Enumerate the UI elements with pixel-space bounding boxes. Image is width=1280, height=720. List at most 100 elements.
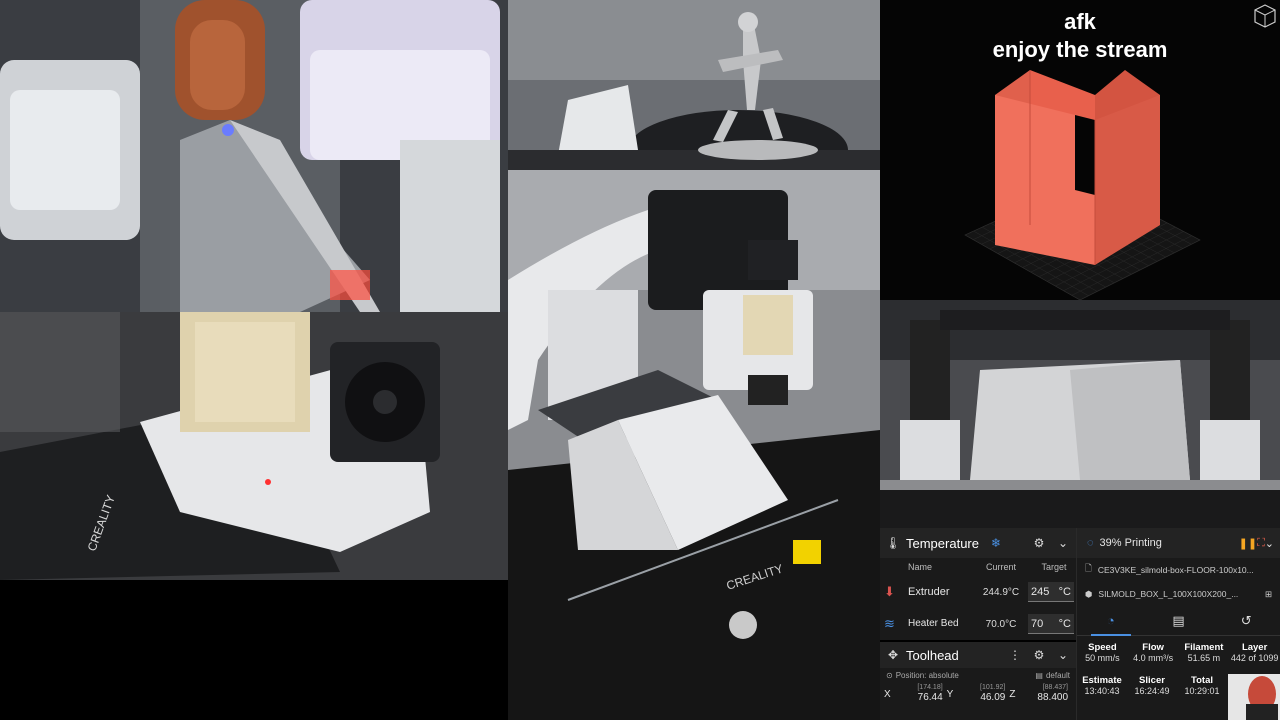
col-name: Name xyxy=(908,562,933,572)
object-row: ⬢ SILMOLD_BOX_L_100X100X200_... ⊞ xyxy=(1077,582,1280,606)
cube-orientation-icon[interactable] xyxy=(1252,2,1278,28)
z-label: Z xyxy=(1009,688,1016,700)
pause-icon[interactable]: ❚❚ xyxy=(1239,537,1257,550)
more-vertical-icon[interactable]: ⋮ xyxy=(1008,648,1022,662)
chevron-down-icon[interactable]: ⌄ xyxy=(1056,536,1070,550)
status-chevron-icon[interactable]: ⌄ xyxy=(1265,537,1274,550)
webcam-thumbnail[interactable] xyxy=(1228,674,1280,720)
gcode-filename: CE3V3KE_silmold-box-FLOOR-100x10... xyxy=(1097,565,1254,575)
y-axis[interactable]: Y [101.92] 46.09 xyxy=(947,684,1010,704)
progress-text: 39% Printing xyxy=(1099,537,1162,549)
total-label: Total xyxy=(1191,675,1213,686)
y-label: Y xyxy=(946,688,954,700)
speed-label: Speed xyxy=(1088,642,1117,653)
x-commanded: [174.18] xyxy=(917,684,943,691)
object-icon: ⬢ xyxy=(1085,588,1093,599)
flow-value: 4.0 mm³/s xyxy=(1133,653,1174,663)
estimate-value: 13:40:43 xyxy=(1084,686,1120,696)
slicer-value: 16:24:49 xyxy=(1134,686,1170,696)
position-icon: ⊙ xyxy=(886,670,893,680)
filament-label: Filament xyxy=(1184,642,1224,653)
x-axis[interactable]: X [174.18] 76.44 xyxy=(884,684,947,704)
status-tabs: ◔ ▤ ↺ xyxy=(1077,606,1280,636)
camera-figure-view xyxy=(508,0,880,170)
heater-bed-current: 70.0°C xyxy=(985,618,1017,630)
y-value: 46.09 xyxy=(980,692,1006,703)
temperature-title: Temperature xyxy=(906,535,979,551)
temperature-table-header: Name Current Target xyxy=(880,558,1076,576)
camera-front-view xyxy=(880,300,1280,528)
gear-icon[interactable]: ⚙ xyxy=(1032,536,1046,550)
fullscreen-icon[interactable]: ⛶ xyxy=(1257,537,1265,550)
extruder-current: 244.9°C xyxy=(982,586,1020,598)
stats-row: Speed 50 mm/s Flow 4.0 mm³/s Filament 51… xyxy=(1077,636,1280,663)
object-list-icon[interactable]: ⊞ xyxy=(1265,589,1272,600)
tab-gauge-icon[interactable]: ◔ xyxy=(1090,606,1131,636)
heater-bed-icon: ≋ xyxy=(884,616,895,631)
x-value: 76.44 xyxy=(917,692,943,703)
print-status-panel: ◌ 39% Printing ❚❚ ⛶ ⌄ 🗋 CE3V3KE_silmold-… xyxy=(1076,528,1280,720)
toolhead-header: ✥ Toolhead ⋮ ⚙ ⌄ xyxy=(880,642,1076,668)
heater-bed-target-input[interactable]: 70 °C xyxy=(1028,614,1074,634)
camera-nozzle-view xyxy=(0,0,508,312)
status-header: ◌ 39% Printing ❚❚ ⛶ ⌄ xyxy=(1077,528,1280,558)
progress-spinner-icon: ◌ xyxy=(1087,537,1094,549)
time-stats-row: Estimate 13:40:43 Slicer 16:24:49 Total … xyxy=(1077,663,1227,696)
position-mode-line: ⊙ Position: absolute ▤ default xyxy=(880,668,1076,682)
profile-name: default xyxy=(1045,670,1070,680)
total-value: 10:29:01 xyxy=(1184,686,1220,696)
file-icon: 🗋 xyxy=(1085,563,1092,573)
heater-bed-name: Heater Bed xyxy=(908,618,959,629)
afk-text: afk xyxy=(1064,9,1096,34)
slicer-stat: Slicer 16:24:49 xyxy=(1127,675,1177,696)
toolhead-panel: ✥ Toolhead ⋮ ⚙ ⌄ ⊙ Position: absolute ▤ … xyxy=(880,642,1076,720)
flow-stat: Flow 4.0 mm³/s xyxy=(1128,642,1179,663)
toolhead-chevron-icon[interactable]: ⌄ xyxy=(1056,648,1070,662)
extruder-target-input[interactable]: 245 °C xyxy=(1028,582,1074,602)
position-mode: Position: absolute xyxy=(895,670,959,680)
filament-stat: Filament 51.65 m xyxy=(1179,642,1230,663)
axes-row: X [174.18] 76.44 Y [101.92] 46.09 Z [88.… xyxy=(880,682,1076,706)
temperature-panel: 🌡 Temperature ❄ ⚙ ⌄ Name Current Target … xyxy=(880,528,1076,640)
extruder-name: Extruder xyxy=(908,586,950,598)
camera-fan-view: CREALITY xyxy=(0,312,508,580)
toolhead-title: Toolhead xyxy=(906,647,959,663)
estimate-stat: Estimate 13:40:43 xyxy=(1077,675,1127,696)
tab-files-icon[interactable]: ▤ xyxy=(1158,613,1198,629)
heater-bed-target-unit: °C xyxy=(1058,617,1071,630)
speed-value: 50 mm/s xyxy=(1085,653,1120,663)
tab-history-icon[interactable]: ↺ xyxy=(1226,613,1266,629)
object-name: SILMOLD_BOX_L_100X100X200_... xyxy=(1098,589,1239,599)
layer-label: Layer xyxy=(1241,642,1268,653)
extruder-icon: ⬇ xyxy=(884,584,895,599)
enjoy-stream-text: enjoy the stream xyxy=(992,37,1168,62)
estimate-label: Estimate xyxy=(1082,675,1122,686)
col-current: Current xyxy=(985,562,1016,572)
filament-value: 51.65 m xyxy=(1187,653,1221,663)
toolhead-gear-icon[interactable]: ⚙ xyxy=(1032,648,1046,662)
layer-value: 442 of 1099 xyxy=(1230,653,1279,663)
heater-bed-target-value: 70 xyxy=(1031,617,1044,630)
extruder-target-unit: °C xyxy=(1058,585,1071,598)
thermometer-icon: 🌡 xyxy=(885,536,901,550)
flow-label: Flow xyxy=(1142,642,1164,653)
empty-area xyxy=(0,580,508,720)
extruder-row: ⬇ Extruder 244.9°C 245 °C xyxy=(880,576,1076,608)
profile-icon: ▤ xyxy=(1035,670,1043,680)
y-commanded: [101.92] xyxy=(980,684,1006,691)
x-label: X xyxy=(884,688,891,700)
stream-title: afk enjoy the stream xyxy=(880,8,1280,64)
z-axis[interactable]: Z [88.437] 88.400 xyxy=(1009,684,1072,704)
snowflake-icon[interactable]: ❄ xyxy=(989,536,1003,550)
camera-toolhead-view: CREALITY xyxy=(508,170,880,720)
extruder-target-value: 245 xyxy=(1031,585,1050,598)
speed-stat: Speed 50 mm/s xyxy=(1077,642,1128,663)
move-icon: ✥ xyxy=(887,648,899,662)
total-stat: Total 10:29:01 xyxy=(1177,675,1227,696)
model-preview-panel: afk enjoy the stream xyxy=(880,0,1280,300)
z-commanded: [88.437] xyxy=(1042,684,1069,691)
temperature-header: 🌡 Temperature ❄ ⚙ ⌄ xyxy=(880,528,1076,558)
heater-bed-row: ≋ Heater Bed 70.0°C 70 °C xyxy=(880,608,1076,640)
z-value: 88.400 xyxy=(1037,692,1069,703)
gcode-file-row: 🗋 CE3V3KE_silmold-box-FLOOR-100x10... xyxy=(1077,558,1280,582)
